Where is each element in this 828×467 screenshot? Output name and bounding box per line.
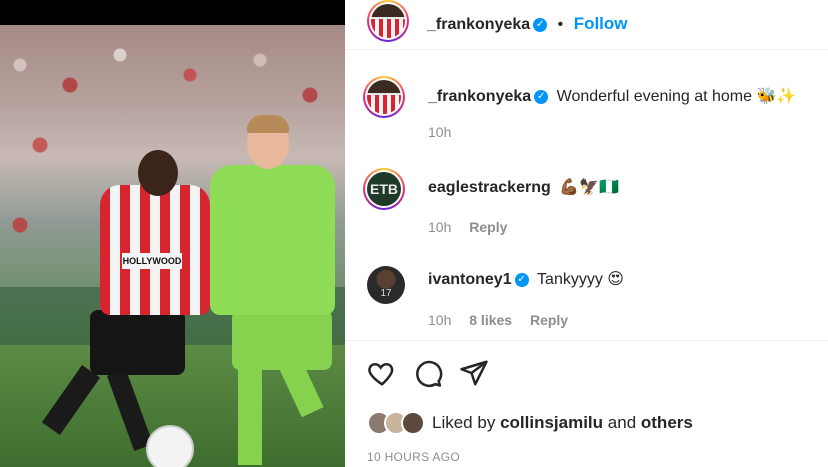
football [146, 425, 194, 467]
comment-text-row: ivantoney1 ✓ Tankyyyy 😍 [428, 269, 624, 289]
player2-shorts [232, 310, 332, 370]
header-row: _frankonyeka ✓ • Follow [427, 14, 628, 34]
player1-head [138, 150, 178, 196]
follow-button[interactable]: Follow [574, 14, 628, 33]
reply-button[interactable]: Reply [469, 219, 507, 235]
likes-text: Liked by collinsjamilu and others [432, 413, 693, 433]
comment-username[interactable]: eaglestrackerng [428, 179, 551, 196]
author-username[interactable]: _frankonyeka [427, 16, 530, 33]
verified-icon: ✓ [534, 89, 549, 104]
action-bar [367, 358, 489, 390]
comment-meta: 10h Reply [428, 219, 521, 235]
eagles-logo: ETB [367, 172, 401, 206]
likes-others-link[interactable]: others [641, 413, 693, 432]
comment-time[interactable]: 10h [428, 312, 451, 328]
toney-photo: 17 [367, 266, 405, 304]
caption-avatar[interactable] [363, 76, 405, 118]
caption-text: Wonderful evening at home 🐝✨ [556, 88, 797, 105]
verified-icon: ✓ [533, 17, 548, 32]
caption-time[interactable]: 10h [428, 124, 451, 140]
likes-row: Liked by collinsjamilu and others [367, 408, 693, 438]
post-detail-panel: _frankonyeka ✓ • Follow _frankonyeka ✓ Won… [345, 0, 828, 467]
photo-scene: HOLLYWOOD [0, 25, 345, 467]
player1-shirt [100, 185, 210, 315]
post-timestamp[interactable]: 10 HOURS AGO [367, 450, 460, 464]
comment-time[interactable]: 10h [428, 219, 451, 235]
liker-username[interactable]: collinsjamilu [500, 413, 603, 432]
divider [345, 340, 828, 341]
caption-meta: 10h [428, 124, 465, 140]
liker-avatar[interactable] [401, 411, 425, 435]
reply-button[interactable]: Reply [530, 312, 568, 328]
commenter-avatar[interactable]: ETB [363, 168, 405, 210]
separator-dot: • [557, 16, 564, 33]
post-header: _frankonyeka ✓ • Follow [345, 0, 828, 50]
likes-prefix: Liked by [432, 413, 496, 432]
player2-shirt [210, 165, 335, 315]
share-icon[interactable] [459, 358, 489, 388]
likes-joiner: and [607, 413, 637, 432]
verified-icon: ✓ [514, 272, 529, 287]
commenter-avatar[interactable]: 17 [367, 266, 405, 304]
author-avatar[interactable] [367, 0, 409, 42]
player2-hair [247, 115, 289, 133]
shirt-sponsor: HOLLYWOOD [122, 253, 182, 269]
comment-text: Tankyyyy 😍 [537, 271, 624, 288]
comment-likes[interactable]: 8 likes [469, 312, 512, 328]
comment-text: 💪🏾🦅🇳🇬 [559, 179, 619, 196]
caption-username[interactable]: _frankonyeka [428, 88, 531, 105]
comment-meta: 10h 8 likes Reply [428, 312, 582, 328]
post-photo[interactable]: HOLLYWOOD [0, 0, 345, 467]
comment-icon[interactable] [413, 358, 443, 388]
comment-text-row: eaglestrackerng 💪🏾🦅🇳🇬 [428, 177, 619, 197]
comment-username[interactable]: ivantoney1 [428, 271, 512, 288]
player1-shorts [90, 310, 185, 375]
caption-text-row: _frankonyeka ✓ Wonderful evening at home … [428, 86, 796, 106]
heart-icon[interactable] [367, 358, 397, 388]
player2-leg [238, 365, 262, 465]
